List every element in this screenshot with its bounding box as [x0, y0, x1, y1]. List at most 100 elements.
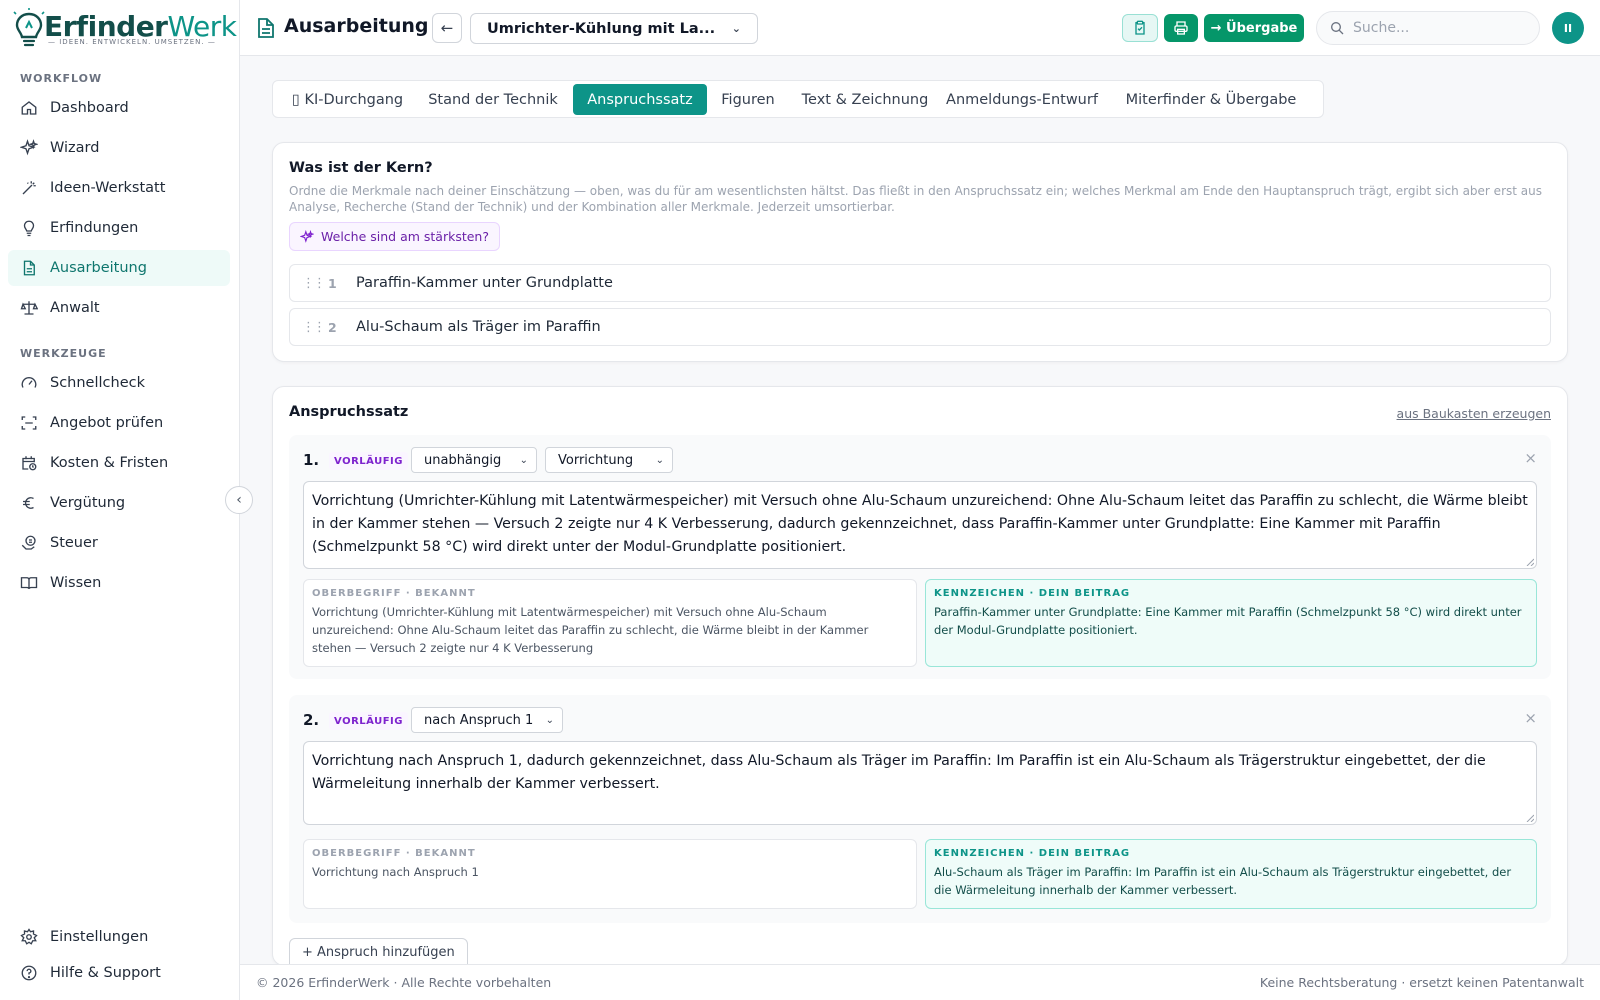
sidebar-item-wissen[interactable]: Wissen	[8, 565, 230, 601]
sidebar-item-schnellcheck[interactable]: Schnellcheck	[8, 365, 230, 401]
sidebar-item-label: Dashboard	[50, 100, 129, 116]
sidebar-item-label: Hilfe & Support	[50, 965, 161, 981]
feature-row[interactable]: ⋮⋮ 1 Paraffin-Kammer unter Grundplatte	[289, 264, 1551, 302]
lightbulb-logo-icon	[13, 8, 45, 47]
drag-handle-icon[interactable]: ⋮⋮	[302, 320, 326, 335]
brand-tagline: — IDEEN. ENTWICKELN. UMSETZEN. —	[48, 38, 216, 46]
sidebar-item-erfindungen[interactable]: Erfindungen	[8, 210, 230, 246]
sidebar-item-anwalt[interactable]: Anwalt	[8, 290, 230, 326]
tab-bar: ▯ KI-Durchgang Stand der Technik Anspruc…	[272, 80, 1324, 118]
footer-copyright: © 2026 ErfinderWerk · Alle Rechte vorbeh…	[256, 975, 552, 990]
euro-icon	[20, 494, 38, 512]
tab-anmeldungs-entwurf[interactable]: Anmeldungs-Entwurf	[941, 84, 1103, 115]
chevron-down-icon: ⌄	[519, 454, 528, 466]
known-text: Vorrichtung nach Anspruch 1	[312, 865, 479, 879]
status-badge: VORLÄUFIG	[329, 712, 408, 730]
own-text: Paraffin-Kammer unter Grundplatte: Eine …	[934, 605, 1522, 637]
claims-title: Anspruchssatz	[289, 404, 409, 420]
claim-category-value: Vorrichtung	[558, 452, 634, 468]
feature-number: 1	[328, 275, 337, 291]
tab-text-zeichnung[interactable]: Text & Zeichnung	[790, 84, 940, 115]
sparkles-icon	[300, 229, 314, 244]
add-claim-button[interactable]: + Anspruch hinzufügen	[289, 938, 468, 966]
sidebar-item-angebot-pruefen[interactable]: Angebot prüfen	[8, 405, 230, 441]
avatar[interactable]: II	[1552, 12, 1584, 44]
claim-type-select[interactable]: unabhängig ⌄	[411, 447, 537, 473]
search-icon	[1331, 22, 1344, 35]
page-title: Ausarbeitung	[284, 15, 429, 37]
strongest-features-label: Welche sind am stärksten?	[321, 229, 489, 244]
invention-select[interactable]: Umrichter-Kühlung mit La... ⌄	[470, 13, 758, 44]
handover-button[interactable]: → Übergabe	[1204, 14, 1304, 42]
tab-ki-durchgang[interactable]: ▯ KI-Durchgang	[276, 84, 419, 115]
drag-handle-icon[interactable]: ⋮⋮	[302, 276, 326, 291]
claim-textarea[interactable]: Vorrichtung (Umrichter-Kühlung mit Laten…	[303, 481, 1537, 569]
claim-number: 2.	[303, 711, 320, 729]
sidebar-item-label: Kosten & Fristen	[50, 455, 169, 471]
sidebar-item-hilfe-support[interactable]: Hilfe & Support	[8, 955, 230, 991]
scales-icon	[20, 299, 38, 317]
resize-handle-icon[interactable]	[1526, 814, 1534, 822]
help-icon	[20, 964, 38, 982]
feature-number: 2	[328, 319, 337, 335]
sidebar-item-steuer[interactable]: Steuer	[8, 525, 230, 561]
gear-icon	[20, 928, 38, 946]
search-box	[1316, 11, 1540, 45]
print-button[interactable]	[1164, 14, 1198, 42]
claim-textarea[interactable]: Vorrichtung nach Anspruch 1, dadurch gek…	[303, 741, 1537, 825]
brand-logo[interactable]: ErfinderWerk — IDEEN. ENTWICKELN. UMSETZ…	[12, 8, 237, 50]
sidebar-item-kosten-fristen[interactable]: Kosten & Fristen	[8, 445, 230, 481]
known-preamble-box: OBERBEGRIFF · BEKANNT Vorrichtung (Umric…	[303, 579, 917, 667]
top-header: Ausarbeitung ← Umrichter-Kühlung mit La.…	[240, 0, 1600, 56]
sidebar-item-label: Einstellungen	[50, 929, 149, 945]
feature-row[interactable]: ⋮⋮ 2 Alu-Schaum als Träger im Paraffin	[289, 308, 1551, 346]
strongest-features-button[interactable]: Welche sind am stärksten?	[289, 222, 500, 251]
search-input[interactable]	[1353, 20, 1523, 36]
calendar-clock-icon	[20, 454, 38, 472]
own-label: KENNZEICHEN · DEIN BEITRAG	[934, 848, 1131, 859]
sidebar-item-label: Erfindungen	[50, 220, 139, 236]
claim-item: 2. VORLÄUFIG nach Anspruch 1 ⌄ × Vorrich…	[289, 695, 1551, 923]
own-contribution-box: KENNZEICHEN · DEIN BEITRAG Alu-Schaum al…	[925, 839, 1537, 909]
core-features-card: Was ist der Kern? Ordne die Merkmale nac…	[272, 142, 1568, 362]
remove-claim-button[interactable]: ×	[1524, 449, 1537, 467]
core-description: Ordne die Merkmale nach deiner Einschätz…	[289, 184, 1542, 214]
back-button[interactable]: ←	[432, 13, 462, 43]
own-contribution-box: KENNZEICHEN · DEIN BEITRAG Paraffin-Kamm…	[925, 579, 1537, 667]
tax-icon	[20, 534, 38, 552]
feature-text: Alu-Schaum als Träger im Paraffin	[356, 319, 601, 335]
own-text: Alu-Schaum als Träger im Paraffin: Im Pa…	[934, 865, 1512, 897]
claim-category-select[interactable]: Vorrichtung ⌄	[545, 447, 673, 473]
remove-claim-button[interactable]: ×	[1524, 709, 1537, 727]
sidebar-item-ausarbeitung[interactable]: Ausarbeitung	[8, 250, 230, 286]
claims-card: Anspruchssatz aus Baukasten erzeugen 1. …	[272, 386, 1568, 966]
resize-handle-icon[interactable]	[1526, 558, 1534, 566]
claim-number: 1.	[303, 451, 320, 469]
footer-disclaimer: Keine Rechtsberatung · ersetzt keinen Pa…	[1259, 975, 1584, 990]
clipboard-button[interactable]	[1122, 14, 1158, 42]
sidebar-item-label: Ausarbeitung	[50, 260, 147, 276]
generate-from-kit-link[interactable]: aus Baukasten erzeugen	[1397, 406, 1551, 421]
tab-anspruchssatz[interactable]: Anspruchssatz	[573, 84, 707, 115]
claim-type-select[interactable]: nach Anspruch 1 ⌄	[411, 707, 563, 733]
sidebar-item-label: Wizard	[50, 140, 100, 156]
sidebar-item-einstellungen[interactable]: Einstellungen	[8, 919, 230, 955]
sidebar-collapse-button[interactable]: ‹	[225, 486, 253, 514]
close-icon: ×	[1524, 449, 1537, 467]
home-icon	[20, 99, 38, 117]
sidebar-item-wizard[interactable]: Wizard	[8, 130, 230, 166]
known-preamble-box: OBERBEGRIFF · BEKANNT Vorrichtung nach A…	[303, 839, 917, 909]
nav-section-workflow: WORKFLOW	[20, 72, 103, 85]
nav-section-werkzeuge: WERKZEUGE	[20, 347, 107, 360]
chevron-down-icon: ⌄	[731, 22, 741, 35]
feature-text: Paraffin-Kammer unter Grundplatte	[356, 275, 613, 291]
tab-stand-der-technik[interactable]: Stand der Technik	[421, 84, 565, 115]
sidebar-item-ideen-werkstatt[interactable]: Ideen-Werkstatt	[8, 170, 230, 206]
lightbulb-icon	[20, 219, 38, 237]
claim-type-value: nach Anspruch 1	[424, 712, 534, 728]
sidebar-item-verguetung[interactable]: Vergütung	[8, 485, 230, 521]
tab-miterfinder-uebergabe[interactable]: Miterfinder & Übergabe	[1103, 84, 1319, 115]
sidebar-item-dashboard[interactable]: Dashboard	[8, 90, 230, 126]
tab-figuren[interactable]: Figuren	[708, 84, 788, 115]
status-badge: VORLÄUFIG	[329, 452, 408, 470]
